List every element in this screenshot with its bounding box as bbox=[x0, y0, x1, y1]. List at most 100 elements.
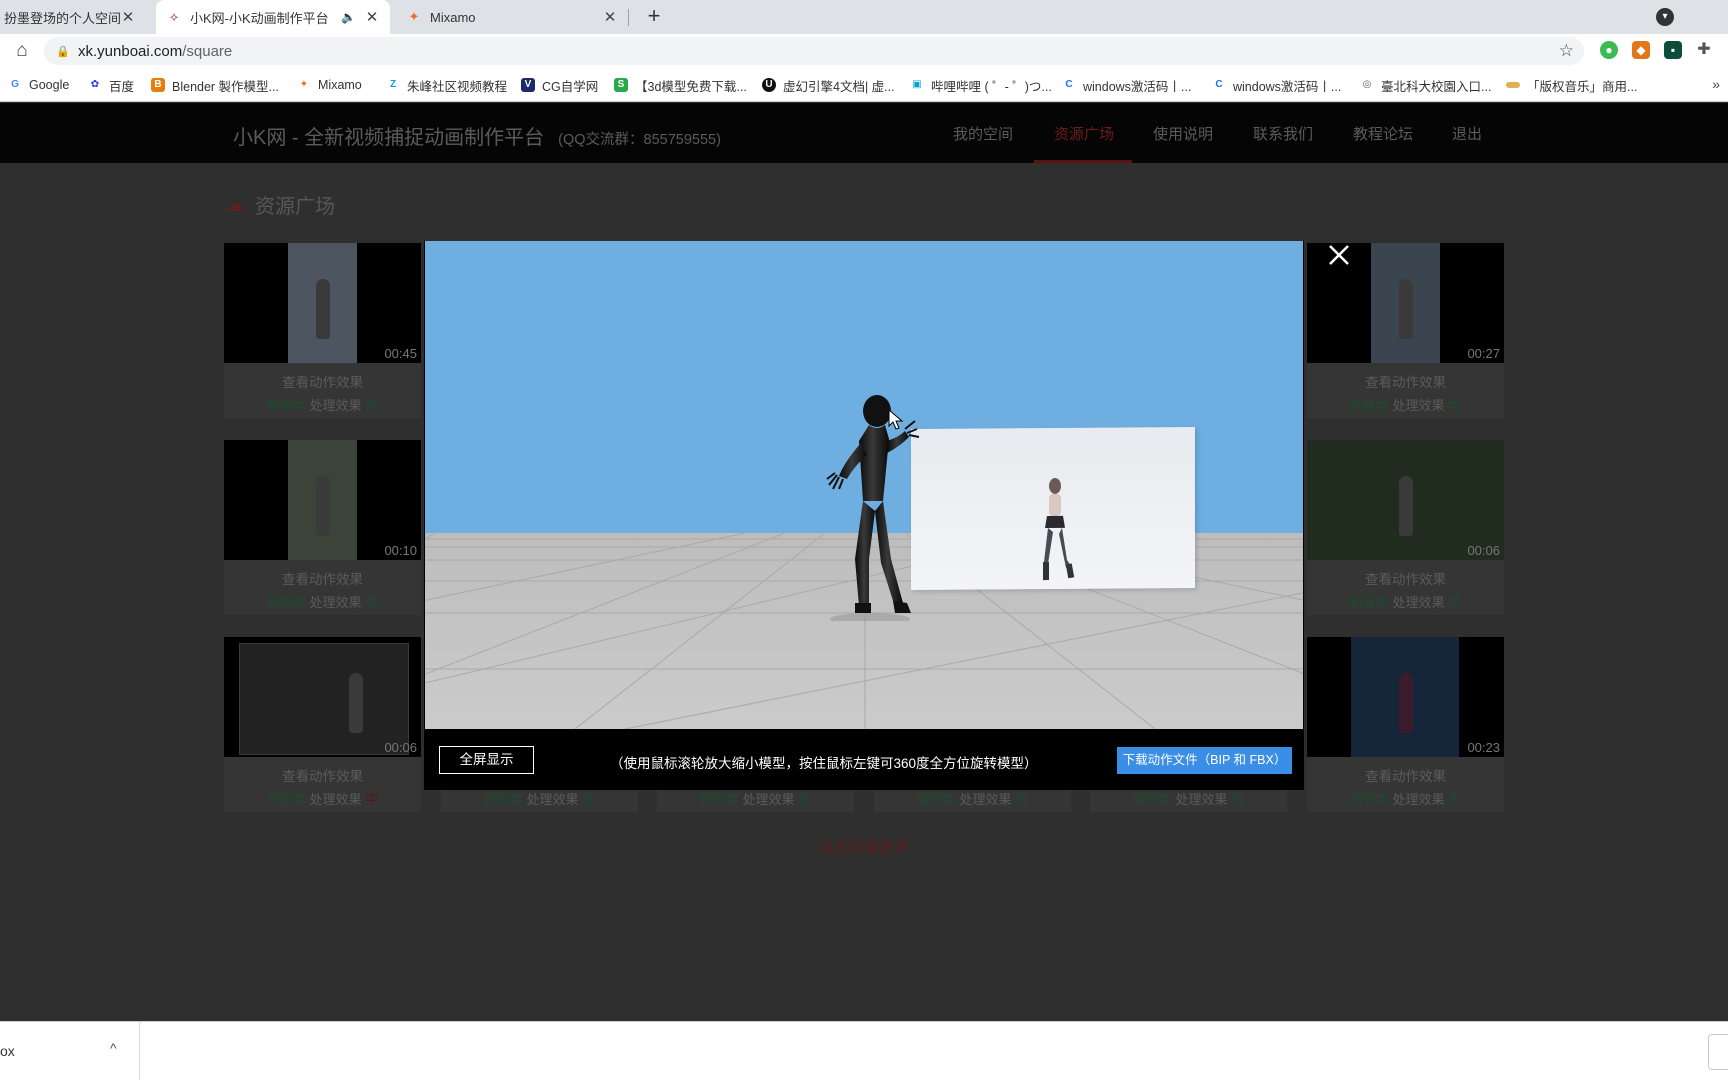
bookmark-baidu[interactable]: ✿ 百度 bbox=[88, 76, 134, 94]
dancer-figure bbox=[1399, 673, 1413, 733]
effect-label: 处理效果 bbox=[1175, 792, 1228, 807]
bookmark-windows-key-1[interactable]: Cwindows激活码丨... bbox=[1062, 76, 1191, 94]
fullscreen-button[interactable]: 全屏显示 bbox=[439, 746, 534, 774]
tab-bilibili-space[interactable]: 扮墨登场的个人空间_哔 ✕ bbox=[0, 0, 146, 34]
download-motion-button[interactable]: 下载动作文件（BIP 和 FBX） bbox=[1117, 747, 1292, 774]
view-effect-link[interactable]: 查看动作效果 bbox=[1307, 371, 1504, 391]
nav-contact-us[interactable]: 联系我们 bbox=[1253, 123, 1313, 144]
nav-logout[interactable]: 退出 bbox=[1452, 123, 1482, 144]
show-all-downloads-button[interactable] bbox=[1708, 1034, 1728, 1070]
download-file-name: ox bbox=[0, 1043, 15, 1059]
effect-label: 处理效果 bbox=[1392, 595, 1445, 610]
speaker-icon[interactable]: 🔈 bbox=[341, 10, 356, 24]
bookmark-bilibili[interactable]: ▣ 哔哩哔哩 ( ゜- ゜)つ... bbox=[910, 76, 1052, 94]
home-icon[interactable]: ⌂ bbox=[10, 39, 34, 63]
cloud-icon: ☁ bbox=[225, 194, 245, 216]
card-status: 新版本 处理效果 优 bbox=[1307, 592, 1504, 611]
version-label: 新版本 bbox=[266, 595, 306, 610]
bookmark-unreal[interactable]: U 虚幻引擎4文档| 虚... bbox=[762, 76, 895, 94]
wechat-extension-icon[interactable]: ● bbox=[1600, 41, 1618, 59]
resource-card[interactable]: 00:10 查看动作效果 新版本 处理效果 优 bbox=[224, 440, 421, 615]
bookmark-google[interactable]: G Google bbox=[8, 76, 69, 94]
url-path: /square bbox=[182, 42, 233, 60]
resource-card[interactable]: 00:06 查看动作效果 新版本 处理效果 中 bbox=[224, 637, 421, 812]
grade-label: 优 bbox=[582, 792, 596, 807]
nav-my-space[interactable]: 我的空间 bbox=[953, 123, 1013, 144]
load-more-link[interactable]: 点击加载更多 bbox=[0, 836, 1728, 857]
tab-close-icon[interactable]: ✕ bbox=[120, 8, 136, 26]
address-bar[interactable]: 🔒 xk.yunboai.com/square ☆ bbox=[44, 37, 1584, 65]
card-status: 新版本 处理效果 优 bbox=[441, 789, 638, 808]
download-item[interactable]: ox ^ bbox=[0, 1022, 140, 1080]
browser-toolbar: ⌂ 🔒 xk.yunboai.com/square ☆ ● ◆ ▪ ✚ bbox=[0, 34, 1728, 68]
bookmark-blender[interactable]: B Blender 製作模型... bbox=[151, 76, 279, 94]
bookmark-windows-key-2[interactable]: Cwindows激活码丨... bbox=[1212, 76, 1341, 94]
effect-label: 处理效果 bbox=[1392, 398, 1445, 413]
duration-label: 00:06 bbox=[1467, 543, 1500, 558]
modal-footer-bar: 全屏显示 （使用鼠标滚轮放大缩小模型，按住鼠标左键可360度全方位旋转模型） 下… bbox=[424, 729, 1304, 790]
bookmark-label: 【3d模型免费下载... bbox=[635, 79, 747, 94]
green-extension-icon[interactable]: ▪ bbox=[1664, 41, 1682, 59]
extensions-puzzle-icon[interactable]: ✚ bbox=[1695, 41, 1713, 59]
video-thumbnail[interactable]: 00:10 bbox=[224, 440, 421, 560]
grade-label: 优 bbox=[1015, 792, 1029, 807]
yunboai-logo-icon: ⟡ bbox=[169, 9, 179, 24]
3d-viewport[interactable] bbox=[425, 241, 1303, 729]
bookmark-3dmodel[interactable]: S 【3d模型免费下载... bbox=[614, 76, 747, 94]
resource-card[interactable]: 00:23 查看动作效果 新版本 处理效果 优 bbox=[1307, 637, 1504, 812]
3d-avatar-model[interactable] bbox=[825, 391, 925, 621]
view-effect-link[interactable]: 查看动作效果 bbox=[224, 568, 421, 588]
nav-tutorial-forum[interactable]: 教程论坛 bbox=[1353, 123, 1413, 144]
nav-instructions[interactable]: 使用说明 bbox=[1153, 123, 1213, 144]
site-logo[interactable]: 小K网 - 全新视频捕捉动画制作平台 (QQ交流群：855759555) bbox=[233, 121, 721, 150]
tab-strip: 扮墨登场的个人空间_哔 ✕ ⟡ 小K网-小K动画制作平台 🔈 ✕ ✦ Mixam… bbox=[0, 0, 1728, 34]
chevron-up-icon[interactable]: ^ bbox=[110, 1040, 117, 1056]
bookmark-label: 「版权音乐」商用... bbox=[1527, 79, 1638, 94]
close-icon[interactable] bbox=[1326, 242, 1352, 268]
nav-resource-square[interactable]: 资源广场 bbox=[1054, 123, 1114, 144]
effect-label: 处理效果 bbox=[309, 398, 362, 413]
view-effect-link[interactable]: 查看动作效果 bbox=[1307, 568, 1504, 588]
metamask-extension-icon[interactable]: ◆ bbox=[1632, 41, 1650, 59]
lock-icon[interactable]: 🔒 bbox=[56, 45, 70, 58]
bookmark-mixamo[interactable]: ✦ Mixamo bbox=[297, 76, 362, 94]
video-thumbnail[interactable]: 00:23 bbox=[1307, 637, 1504, 757]
tab-mixamo[interactable]: ✦ Mixamo ✕ bbox=[396, 0, 628, 34]
resource-card[interactable]: 00:45 查看动作效果 新版本 处理效果 优 bbox=[224, 243, 421, 418]
video-thumbnail[interactable]: 00:45 bbox=[224, 243, 421, 363]
video-thumbnail[interactable]: 00:06 bbox=[224, 637, 421, 757]
version-label: 新版本 bbox=[916, 792, 956, 807]
bookmark-music[interactable]: 「版权音乐」商用... bbox=[1506, 76, 1637, 94]
tab-close-icon[interactable]: ✕ bbox=[602, 8, 618, 26]
view-effect-link[interactable]: 查看动作效果 bbox=[224, 371, 421, 391]
tab-xk-active[interactable]: ⟡ 小K网-小K动画制作平台 🔈 ✕ bbox=[156, 0, 390, 34]
unreal-engine-icon: U bbox=[762, 78, 776, 92]
bilibili-tv-icon: ▣ bbox=[910, 78, 924, 92]
resource-card[interactable]: 00:06 查看动作效果 新版本 处理效果 优 bbox=[1307, 440, 1504, 615]
bookmark-ntut[interactable]: ◎ 臺北科大校園入口... bbox=[1360, 76, 1491, 94]
google-icon: G bbox=[8, 78, 22, 92]
bookmark-cgzixue[interactable]: V CG自学网 bbox=[521, 76, 598, 94]
card-status: 新版本 处理效果 优 bbox=[224, 592, 421, 611]
baidu-paw-icon: ✿ bbox=[88, 78, 102, 92]
tab-close-icon[interactable]: ✕ bbox=[364, 8, 380, 26]
effect-label: 处理效果 bbox=[1392, 792, 1445, 807]
tab-search-menu-icon[interactable]: ▾ bbox=[1656, 8, 1674, 26]
view-effect-link[interactable]: 查看动作效果 bbox=[1307, 765, 1504, 785]
version-label: 新版本 bbox=[1132, 792, 1172, 807]
bookmark-label: Google bbox=[29, 78, 70, 92]
bookmarks-more-icon[interactable]: » bbox=[1712, 76, 1720, 92]
new-tab-button[interactable]: + bbox=[640, 3, 668, 31]
resource-card[interactable]: 00:27 查看动作效果 新版本 处理效果 优 bbox=[1307, 243, 1504, 418]
site-logo-text: 小K网 - 全新视频捕捉动画制作平台 bbox=[233, 127, 545, 149]
bookmark-star-icon[interactable]: ☆ bbox=[1559, 41, 1574, 61]
video-thumbnail[interactable]: 00:06 bbox=[1307, 440, 1504, 560]
view-effect-link[interactable]: 查看动作效果 bbox=[224, 765, 421, 785]
thumbnail-frame bbox=[239, 643, 409, 755]
bookmark-zhufeng[interactable]: Z 朱峰社区视频教程 bbox=[386, 76, 507, 94]
reference-video-plane bbox=[911, 427, 1195, 590]
duration-label: 00:45 bbox=[384, 346, 417, 361]
grade-label: 优 bbox=[1231, 792, 1245, 807]
effect-label: 处理效果 bbox=[526, 792, 579, 807]
dancer-figure bbox=[349, 673, 363, 733]
